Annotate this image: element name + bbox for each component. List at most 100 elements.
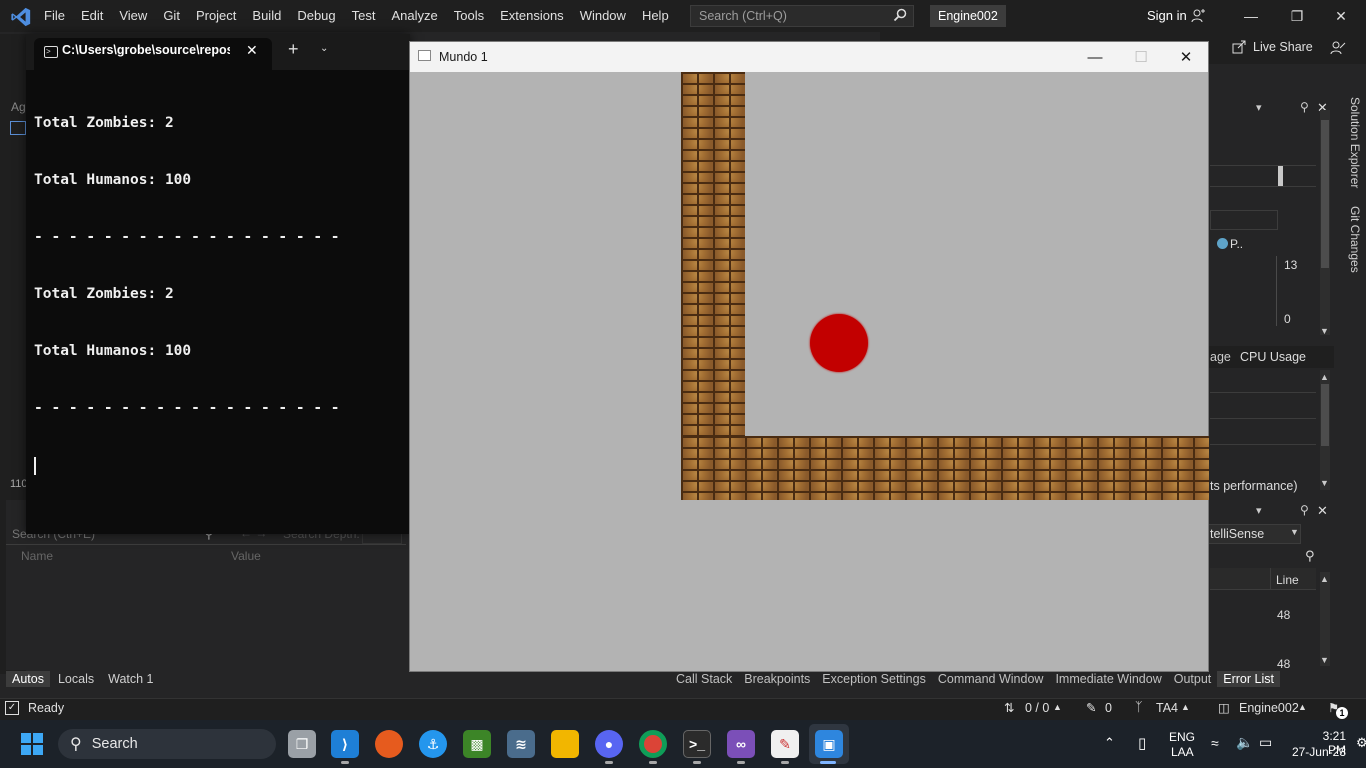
chrome-icon[interactable] — [639, 730, 667, 758]
menu-view[interactable]: View — [111, 0, 155, 32]
scroll-down-icon[interactable]: ▼ — [1320, 655, 1329, 665]
scroll-up-icon[interactable]: ▲ — [1320, 372, 1329, 382]
tab-exception-settings[interactable]: Exception Settings — [816, 671, 932, 687]
tab-watch-1[interactable]: Watch 1 — [102, 671, 159, 687]
status-edits[interactable]: 0 — [1105, 701, 1112, 715]
resource-monitor-icon[interactable]: ≋ — [507, 730, 535, 758]
tab-autos[interactable]: Autos — [6, 671, 50, 687]
notification-center-icon[interactable]: ⚙ — [1356, 735, 1366, 751]
language-laa[interactable]: LAA — [1171, 745, 1194, 759]
chevron-up-icon[interactable]: ▲ — [1181, 702, 1190, 712]
pencil-icon[interactable]: ✎ — [1086, 700, 1096, 715]
search-icon[interactable] — [893, 8, 907, 22]
tab-solution-explorer[interactable]: Solution Explorer — [1348, 97, 1362, 188]
close-tab-icon[interactable]: ✕ — [246, 42, 258, 59]
menu-project[interactable]: Project — [188, 0, 244, 32]
tab-command-window[interactable]: Command Window — [932, 671, 1050, 687]
terminal-output[interactable]: Total Zombies: 2 Total Humanos: 100 - - … — [34, 76, 340, 513]
new-tab-icon[interactable]: + — [288, 39, 299, 60]
panel-scrollbar-3[interactable] — [1320, 572, 1330, 666]
tab-cpu-usage[interactable]: CPU Usage — [1240, 350, 1306, 364]
task-view-icon[interactable]: ❐ — [288, 730, 316, 758]
vs-minimize-button[interactable]: — — [1228, 4, 1274, 28]
tab-error-list[interactable]: Error List — [1217, 671, 1280, 687]
menu-tools[interactable]: Tools — [446, 0, 492, 32]
docker-icon[interactable]: ⚓ — [419, 730, 447, 758]
repo-icon[interactable]: ◫ — [1218, 700, 1230, 715]
menu-extensions[interactable]: Extensions — [492, 0, 572, 32]
status-branch[interactable]: TA4 — [1156, 701, 1178, 715]
game-close-button[interactable]: ✕ — [1163, 42, 1209, 72]
live-share-button[interactable]: Live Share — [1253, 40, 1313, 54]
menu-test[interactable]: Test — [344, 0, 384, 32]
timeline-marker[interactable] — [1278, 166, 1283, 186]
panel-dropdown-icon[interactable]: ▾ — [1256, 504, 1262, 517]
tab-breakpoints[interactable]: Breakpoints — [738, 671, 816, 687]
live-share-icon[interactable] — [1232, 40, 1246, 54]
git-branch-icon[interactable]: ᛉ — [1135, 700, 1143, 714]
minecraft-icon[interactable]: ▩ — [463, 730, 491, 758]
visual-studio-icon[interactable]: ∞ — [727, 730, 755, 758]
feedback-icon[interactable] — [1330, 40, 1346, 56]
scroll-up-icon[interactable]: ▲ — [1320, 574, 1329, 584]
volume-icon[interactable]: 🔈 — [1236, 734, 1253, 751]
toolbox-icon[interactable] — [10, 121, 26, 135]
language-eng[interactable]: ENG — [1169, 730, 1195, 744]
status-changes[interactable]: 0 / 0 — [1025, 701, 1049, 715]
menu-build[interactable]: Build — [244, 0, 289, 32]
scrollbar-thumb-2[interactable] — [1321, 384, 1329, 446]
game-minimize-button[interactable]: — — [1072, 42, 1118, 72]
firefox-icon[interactable] — [375, 730, 403, 758]
tab-call-stack[interactable]: Call Stack — [670, 671, 738, 687]
wifi-icon[interactable]: ≈ — [1211, 735, 1219, 751]
tab-locals[interactable]: Locals — [52, 671, 100, 687]
vscode-icon[interactable]: ⟩ — [331, 730, 359, 758]
terminal-app-icon[interactable]: >_ — [683, 730, 711, 758]
scroll-down-icon[interactable]: ▼ — [1320, 326, 1329, 336]
chevron-down-icon[interactable]: ⌄ — [320, 43, 328, 54]
chevron-up-icon[interactable]: ▲ — [1298, 702, 1307, 712]
chevron-up-icon[interactable]: ▲ — [1053, 702, 1062, 712]
battery-icon[interactable]: ▭ — [1259, 734, 1272, 751]
column-header-name[interactable]: Name — [21, 549, 53, 563]
column-header-line[interactable]: Line — [1276, 573, 1299, 587]
taskbar-search-box[interactable]: ⚲ Search — [58, 729, 276, 759]
menu-file[interactable]: File — [36, 0, 73, 32]
menu-window[interactable]: Window — [572, 0, 634, 32]
menu-help[interactable]: Help — [634, 0, 677, 32]
pin-icon[interactable]: ⚲ — [1300, 100, 1309, 114]
tab-output[interactable]: Output — [1168, 671, 1218, 687]
user-feedback-icon[interactable] — [1190, 8, 1206, 24]
panel-dropdown-icon[interactable]: ▾ — [1256, 101, 1262, 114]
clock-date[interactable]: 27-Jun-23 — [1290, 745, 1346, 759]
perf-link[interactable]: ts performance) — [1210, 479, 1298, 493]
vs-close-button[interactable]: ✕ — [1318, 4, 1364, 28]
file-explorer-icon[interactable] — [551, 730, 579, 758]
pin-icon[interactable]: ⚲ — [1300, 503, 1309, 517]
scroll-down-icon[interactable]: ▼ — [1320, 478, 1329, 488]
sign-in-button[interactable]: Sign in — [1147, 8, 1187, 23]
scrollbar-thumb[interactable] — [1321, 120, 1329, 268]
app-window-icon[interactable]: ▣ — [815, 730, 843, 758]
tab-git-changes[interactable]: Git Changes — [1348, 206, 1362, 273]
column-header-value[interactable]: Value — [231, 549, 261, 563]
tab-memory-usage[interactable]: age — [1210, 350, 1231, 364]
tab-immediate-window[interactable]: Immediate Window — [1049, 671, 1167, 687]
vs-search-input[interactable]: Search (Ctrl+Q) — [690, 5, 914, 27]
tray-overflow-chevron-icon[interactable]: ⌃ — [1104, 735, 1115, 751]
search-icon[interactable]: ⚲ — [1305, 548, 1315, 564]
usb-device-icon[interactable]: ▯ — [1138, 734, 1146, 752]
discord-icon[interactable]: ● — [595, 730, 623, 758]
menu-debug[interactable]: Debug — [289, 0, 343, 32]
errorlist-filter-select[interactable]: telliSense — [1207, 524, 1301, 544]
menu-analyze[interactable]: Analyze — [383, 0, 445, 32]
vs-restore-button[interactable]: ❐ — [1274, 4, 1320, 28]
menu-edit[interactable]: Edit — [73, 0, 111, 32]
paint-icon[interactable]: ✎ — [771, 730, 799, 758]
chevron-down-icon[interactable]: ▼ — [1290, 527, 1299, 537]
menu-git[interactable]: Git — [155, 0, 188, 32]
windows-start-icon[interactable] — [20, 732, 44, 756]
up-down-arrows-icon[interactable]: ⇅ — [1004, 700, 1014, 715]
close-panel-icon[interactable]: ✕ — [1317, 503, 1328, 519]
status-project[interactable]: Engine002 — [1239, 701, 1299, 715]
